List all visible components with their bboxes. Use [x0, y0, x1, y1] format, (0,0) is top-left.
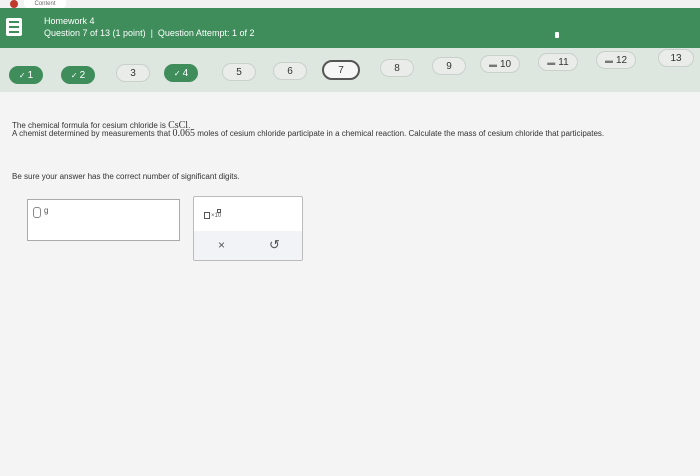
separator: | [150, 28, 153, 38]
question-number: Question 7 of 13 (1 point) [44, 28, 146, 38]
question-button-11[interactable]: ▬ 11 [538, 53, 578, 71]
tab-favicon-icon [10, 0, 18, 8]
text-cursor-icon [33, 207, 41, 218]
check-icon: ✓ [173, 69, 181, 78]
answer-tools: ×10 × ↺ [193, 196, 303, 261]
question-button-13[interactable]: 13 [658, 49, 694, 67]
question-button-4[interactable]: ✓ 4 [164, 64, 198, 82]
question-button-2[interactable]: ✓ 2 [61, 66, 95, 84]
browser-tab-strip: Content [0, 0, 700, 8]
question-content: The chemical formula for cesium chloride… [0, 92, 700, 476]
check-icon: ✓ [18, 71, 26, 80]
partial-icon: ▬ [604, 56, 613, 65]
sig-fig-instruction: Be sure your answer has the correct numb… [12, 172, 240, 181]
attempt-info: Question Attempt: 1 of 2 [157, 28, 255, 38]
homework-title: Homework 4 [44, 16, 95, 26]
answer-input[interactable]: g [27, 199, 180, 241]
undo-button[interactable]: ↺ [269, 237, 280, 253]
scientific-notation-icon[interactable]: ×10 [204, 209, 222, 221]
question-button-9[interactable]: 9 [432, 57, 466, 75]
mole-amount: 0.065 [172, 128, 196, 139]
partial-icon: ▬ [488, 60, 497, 69]
question-button-5[interactable]: 5 [222, 63, 256, 81]
question-button-7[interactable]: 7 [322, 60, 360, 80]
partial-icon: ▬ [547, 58, 556, 67]
question-prompt: A chemist determined by measurements tha… [12, 128, 605, 139]
question-navigation: ✓ 1 ✓ 2 3 ✓ 4 5 6 7 8 9 ▬ 10 ▬ 11 ▬ 12 13 [0, 48, 700, 92]
content-tab[interactable]: Content [24, 0, 66, 8]
menu-icon[interactable] [6, 18, 22, 36]
clear-button[interactable]: × [218, 238, 225, 252]
check-icon: ✓ [70, 71, 78, 80]
question-button-10[interactable]: ▬ 10 [480, 55, 520, 73]
question-button-8[interactable]: 8 [380, 59, 414, 77]
unit-label: g [44, 206, 49, 215]
question-button-12[interactable]: ▬ 12 [596, 51, 636, 69]
assignment-header: Homework 4 Question 7 of 13 (1 point) | Qu… [0, 8, 700, 48]
question-button-3[interactable]: 3 [116, 64, 150, 82]
question-info: Question 7 of 13 (1 point) | Question Atte… [44, 28, 254, 38]
question-button-1[interactable]: ✓ 1 [9, 66, 43, 84]
question-button-6[interactable]: 6 [273, 62, 307, 80]
status-marker-icon [555, 32, 559, 38]
